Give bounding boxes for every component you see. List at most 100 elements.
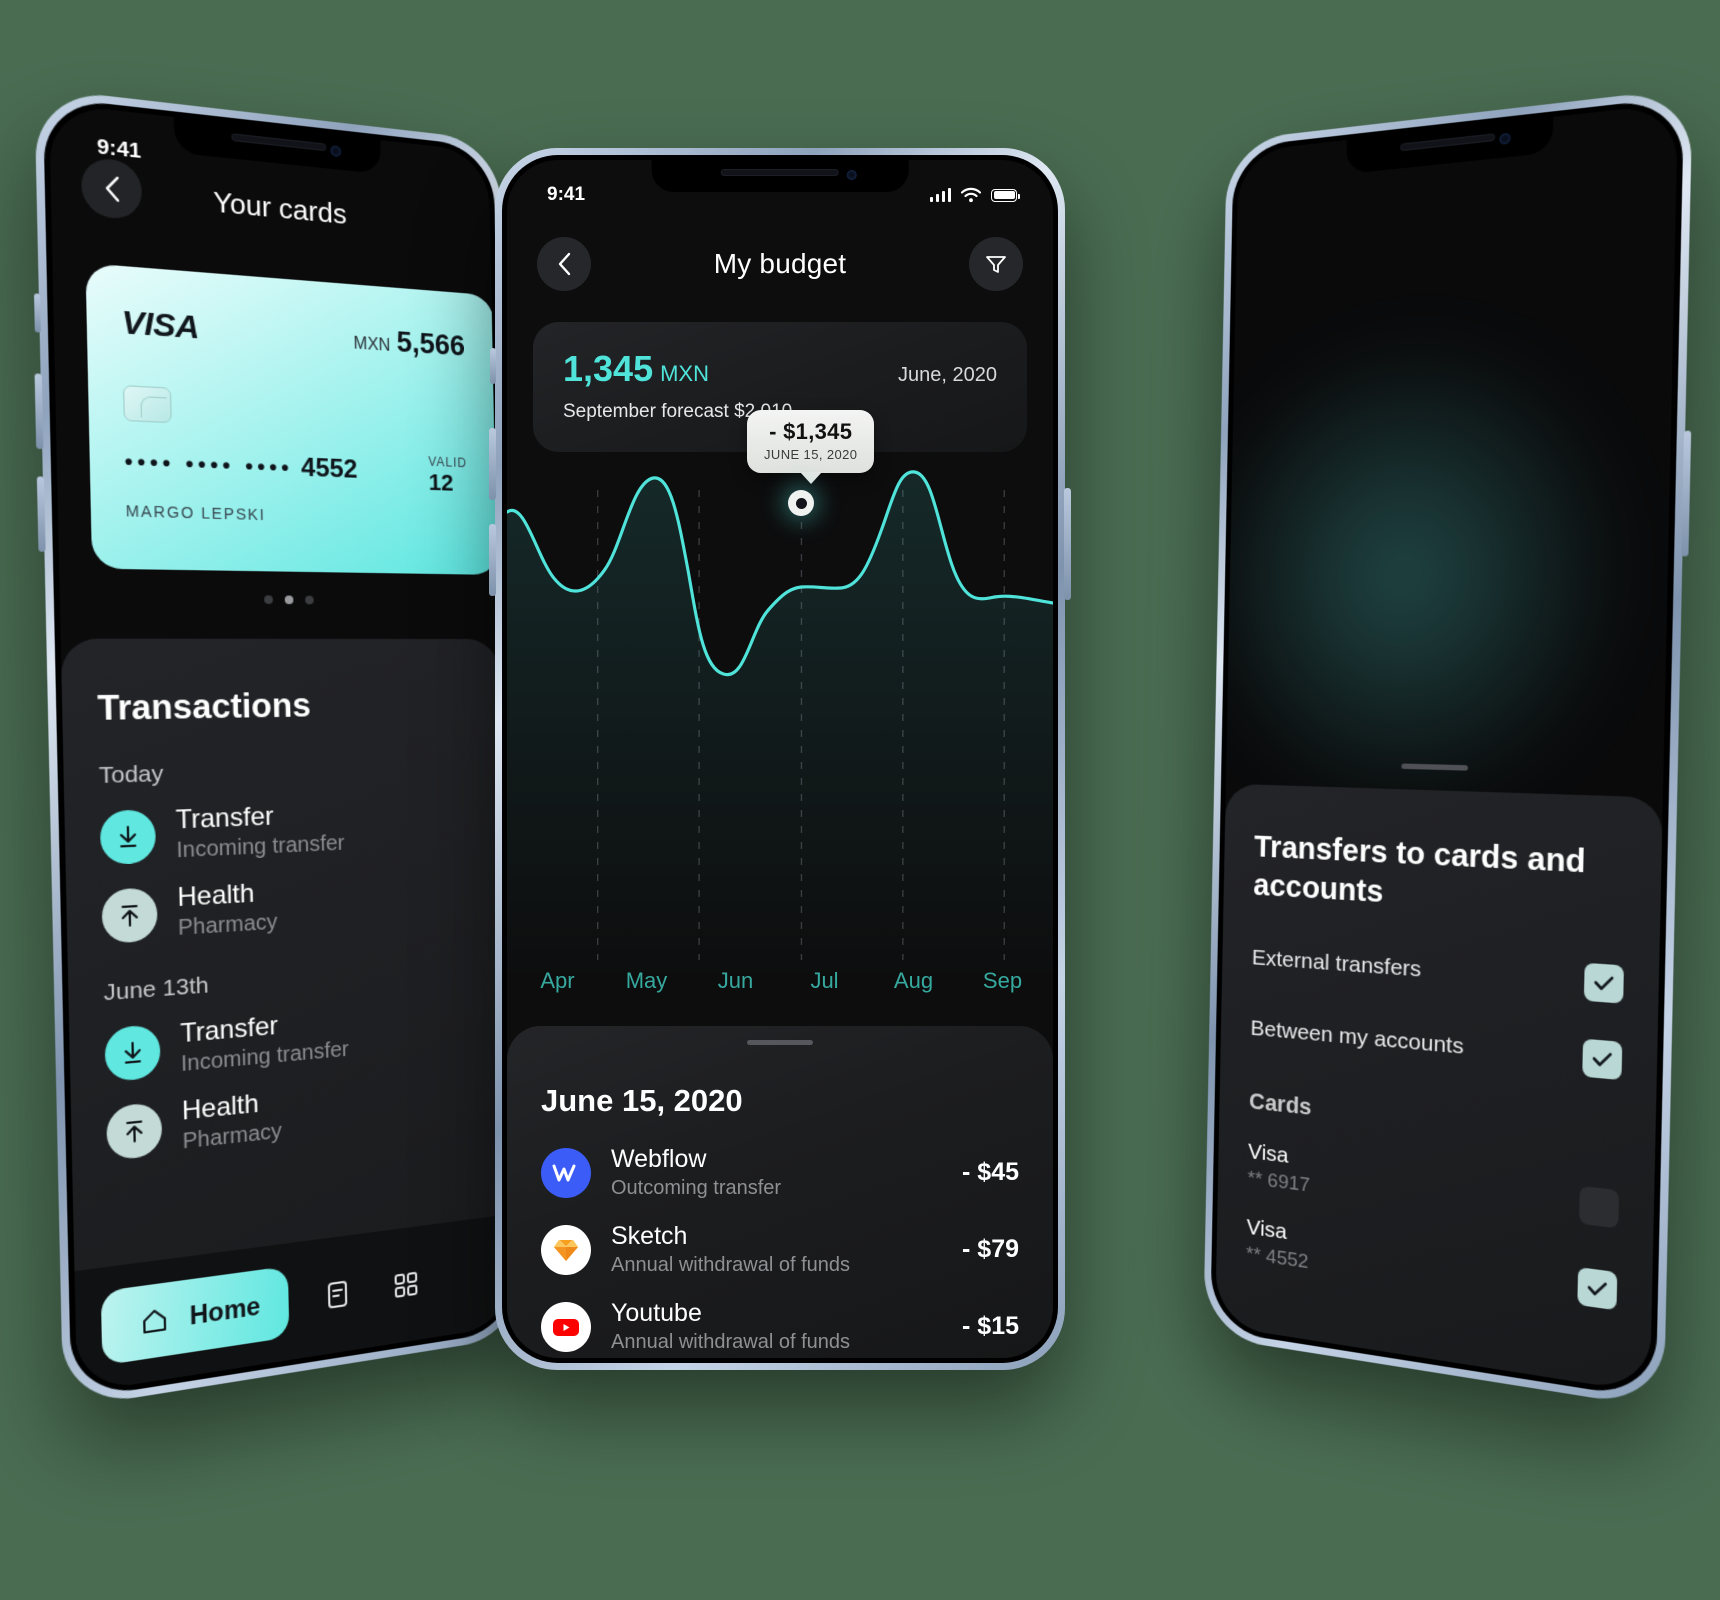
earpiece-speaker — [231, 133, 327, 152]
axis-label-jun: Jun — [717, 968, 754, 993]
list-item[interactable]: Transfer Incoming transfer — [99, 795, 473, 868]
card-pager[interactable] — [60, 593, 498, 606]
option-label: Between my accounts — [1250, 1016, 1464, 1060]
card-number-masked: •••• •••• •••• — [124, 450, 294, 481]
power-button[interactable] — [1681, 430, 1692, 557]
notch — [1346, 116, 1554, 175]
sheet-grabber[interactable] — [747, 1040, 813, 1045]
checkbox-card-6917[interactable] — [1579, 1185, 1620, 1229]
card-number: •••• •••• •••• 4552 — [124, 446, 467, 489]
phone-left: 9:41 Your cards VISA MXN 5,566 •••• ••••… — [34, 87, 524, 1410]
youtube-logo-icon — [541, 1301, 591, 1352]
chart-tooltip: - $1,345 JUNE 15, 2020 — [747, 410, 875, 473]
pager-dot[interactable] — [264, 595, 273, 605]
chart-data-point[interactable] — [788, 490, 814, 516]
mockup-stage: 9:41 Your cards VISA MXN 5,566 •••• ••••… — [0, 0, 1720, 1600]
webflow-logo-icon — [541, 1147, 591, 1198]
checkbox-between-my-accounts[interactable] — [1582, 1038, 1623, 1081]
tab-card[interactable] — [316, 1270, 359, 1319]
cards-heading: Cards — [1248, 1087, 1312, 1121]
card-valid: VALID 12 — [428, 454, 468, 497]
list-item-sub: Incoming transfer — [176, 831, 345, 863]
tooltip-date: JUNE 15, 2020 — [764, 447, 858, 462]
phone-center: 9:41 My budget 1,345 MXN June, 2020 Sept… — [489, 148, 1071, 1370]
option-row[interactable]: Between my accounts — [1250, 1011, 1623, 1081]
list-item-title: Transfer — [175, 801, 274, 836]
status-time: 9:41 — [96, 135, 142, 164]
arrow-up-icon — [101, 886, 158, 944]
card-chip-icon — [122, 385, 172, 424]
tooltip-value: - $1,345 — [769, 419, 853, 444]
table-row[interactable]: Youtube Annual withdrawal of funds - $15 — [541, 1299, 1019, 1354]
transaction-name: Webflow — [611, 1145, 707, 1173]
card-valid-label: VALID — [428, 454, 468, 471]
card-name: Visa — [1247, 1139, 1289, 1169]
volume-up-button[interactable] — [34, 373, 44, 450]
list-item-sub: Pharmacy — [177, 910, 278, 941]
battery-icon — [991, 188, 1020, 202]
list-item[interactable]: Health Pharmacy — [101, 868, 474, 947]
budget-currency: MXN — [660, 361, 709, 386]
budget-amount: 1,345 — [563, 348, 654, 389]
power-button[interactable] — [1064, 488, 1071, 600]
table-row[interactable]: Webflow Outcoming transfer - $45 — [541, 1145, 1019, 1200]
card-balance-value: 5,566 — [396, 325, 466, 362]
cellular-bars-icon — [929, 188, 951, 202]
payment-card[interactable]: VISA MXN 5,566 •••• •••• •••• 4552 MARGO … — [85, 263, 499, 575]
transaction-name: Youtube — [611, 1299, 702, 1327]
axis-label-aug: Aug — [893, 968, 934, 993]
grid-icon — [390, 1267, 421, 1303]
mute-switch[interactable] — [34, 293, 41, 333]
pager-dot[interactable] — [305, 595, 314, 605]
checkbox-external-transfers[interactable] — [1583, 963, 1624, 1004]
transaction-sub: Annual withdrawal of funds — [611, 1331, 851, 1353]
card-holder: MARGO LEPSKI — [125, 501, 266, 524]
check-icon — [1587, 1279, 1608, 1297]
home-icon — [131, 1296, 178, 1347]
filter-button[interactable] — [968, 237, 1023, 291]
transaction-amount: - $79 — [962, 1235, 1019, 1263]
status-time: 9:41 — [547, 184, 586, 205]
transaction-amount: - $15 — [962, 1312, 1019, 1340]
volume-down-button[interactable] — [36, 476, 46, 552]
arrow-down-icon — [99, 808, 157, 865]
earpiece-speaker — [720, 169, 840, 176]
list-item[interactable]: Health Pharmacy — [106, 1068, 478, 1163]
front-camera — [846, 170, 857, 180]
transaction-sub: Outcoming transfer — [611, 1177, 782, 1199]
arrow-down-icon — [104, 1023, 161, 1082]
sheet-title: Transfers to cards and accounts — [1253, 830, 1587, 910]
back-button[interactable] — [537, 237, 591, 291]
chevron-left-icon — [558, 252, 571, 276]
checkbox-card-4552[interactable] — [1577, 1266, 1618, 1311]
nav-bar: My budget — [507, 216, 1053, 312]
axis-label-apr: Apr — [540, 968, 575, 993]
phone-right: Transfers to cards and accounts External… — [1203, 87, 1693, 1410]
filter-icon — [986, 256, 1006, 273]
axis-label-jul: Jul — [810, 968, 839, 993]
mute-switch[interactable] — [490, 348, 496, 384]
transactions-heading: Transactions — [97, 686, 312, 728]
front-camera — [329, 145, 341, 158]
table-row[interactable]: Sketch Annual withdrawal of funds - $79 — [541, 1222, 1019, 1277]
budget-period: June, 2020 — [898, 364, 997, 386]
card-number: ** 4552 — [1245, 1243, 1309, 1274]
card-option-row[interactable]: Visa ** 4552 — [1246, 1215, 1618, 1318]
tab-home-label: Home — [189, 1291, 261, 1330]
budget-chart[interactable] — [507, 460, 1053, 980]
tab-grid[interactable] — [385, 1261, 427, 1309]
front-camera — [1498, 132, 1511, 145]
transactions-sheet: June 15, 2020 Webflow Outcoming transfer… — [507, 1026, 1053, 1358]
volume-up-button[interactable] — [489, 428, 496, 500]
list-item[interactable]: Transfer Incoming transfer — [104, 995, 477, 1084]
option-row[interactable]: External transfers — [1252, 941, 1624, 1004]
card-icon — [321, 1276, 353, 1313]
list-item-title: Health — [177, 878, 255, 913]
check-icon — [1592, 1051, 1613, 1068]
background-glow — [1215, 310, 1643, 831]
pager-dot-active[interactable] — [284, 595, 294, 605]
arrow-up-icon — [106, 1101, 163, 1161]
tab-home[interactable]: Home — [100, 1266, 290, 1366]
volume-down-button[interactable] — [489, 524, 496, 596]
wifi-icon — [960, 187, 982, 203]
